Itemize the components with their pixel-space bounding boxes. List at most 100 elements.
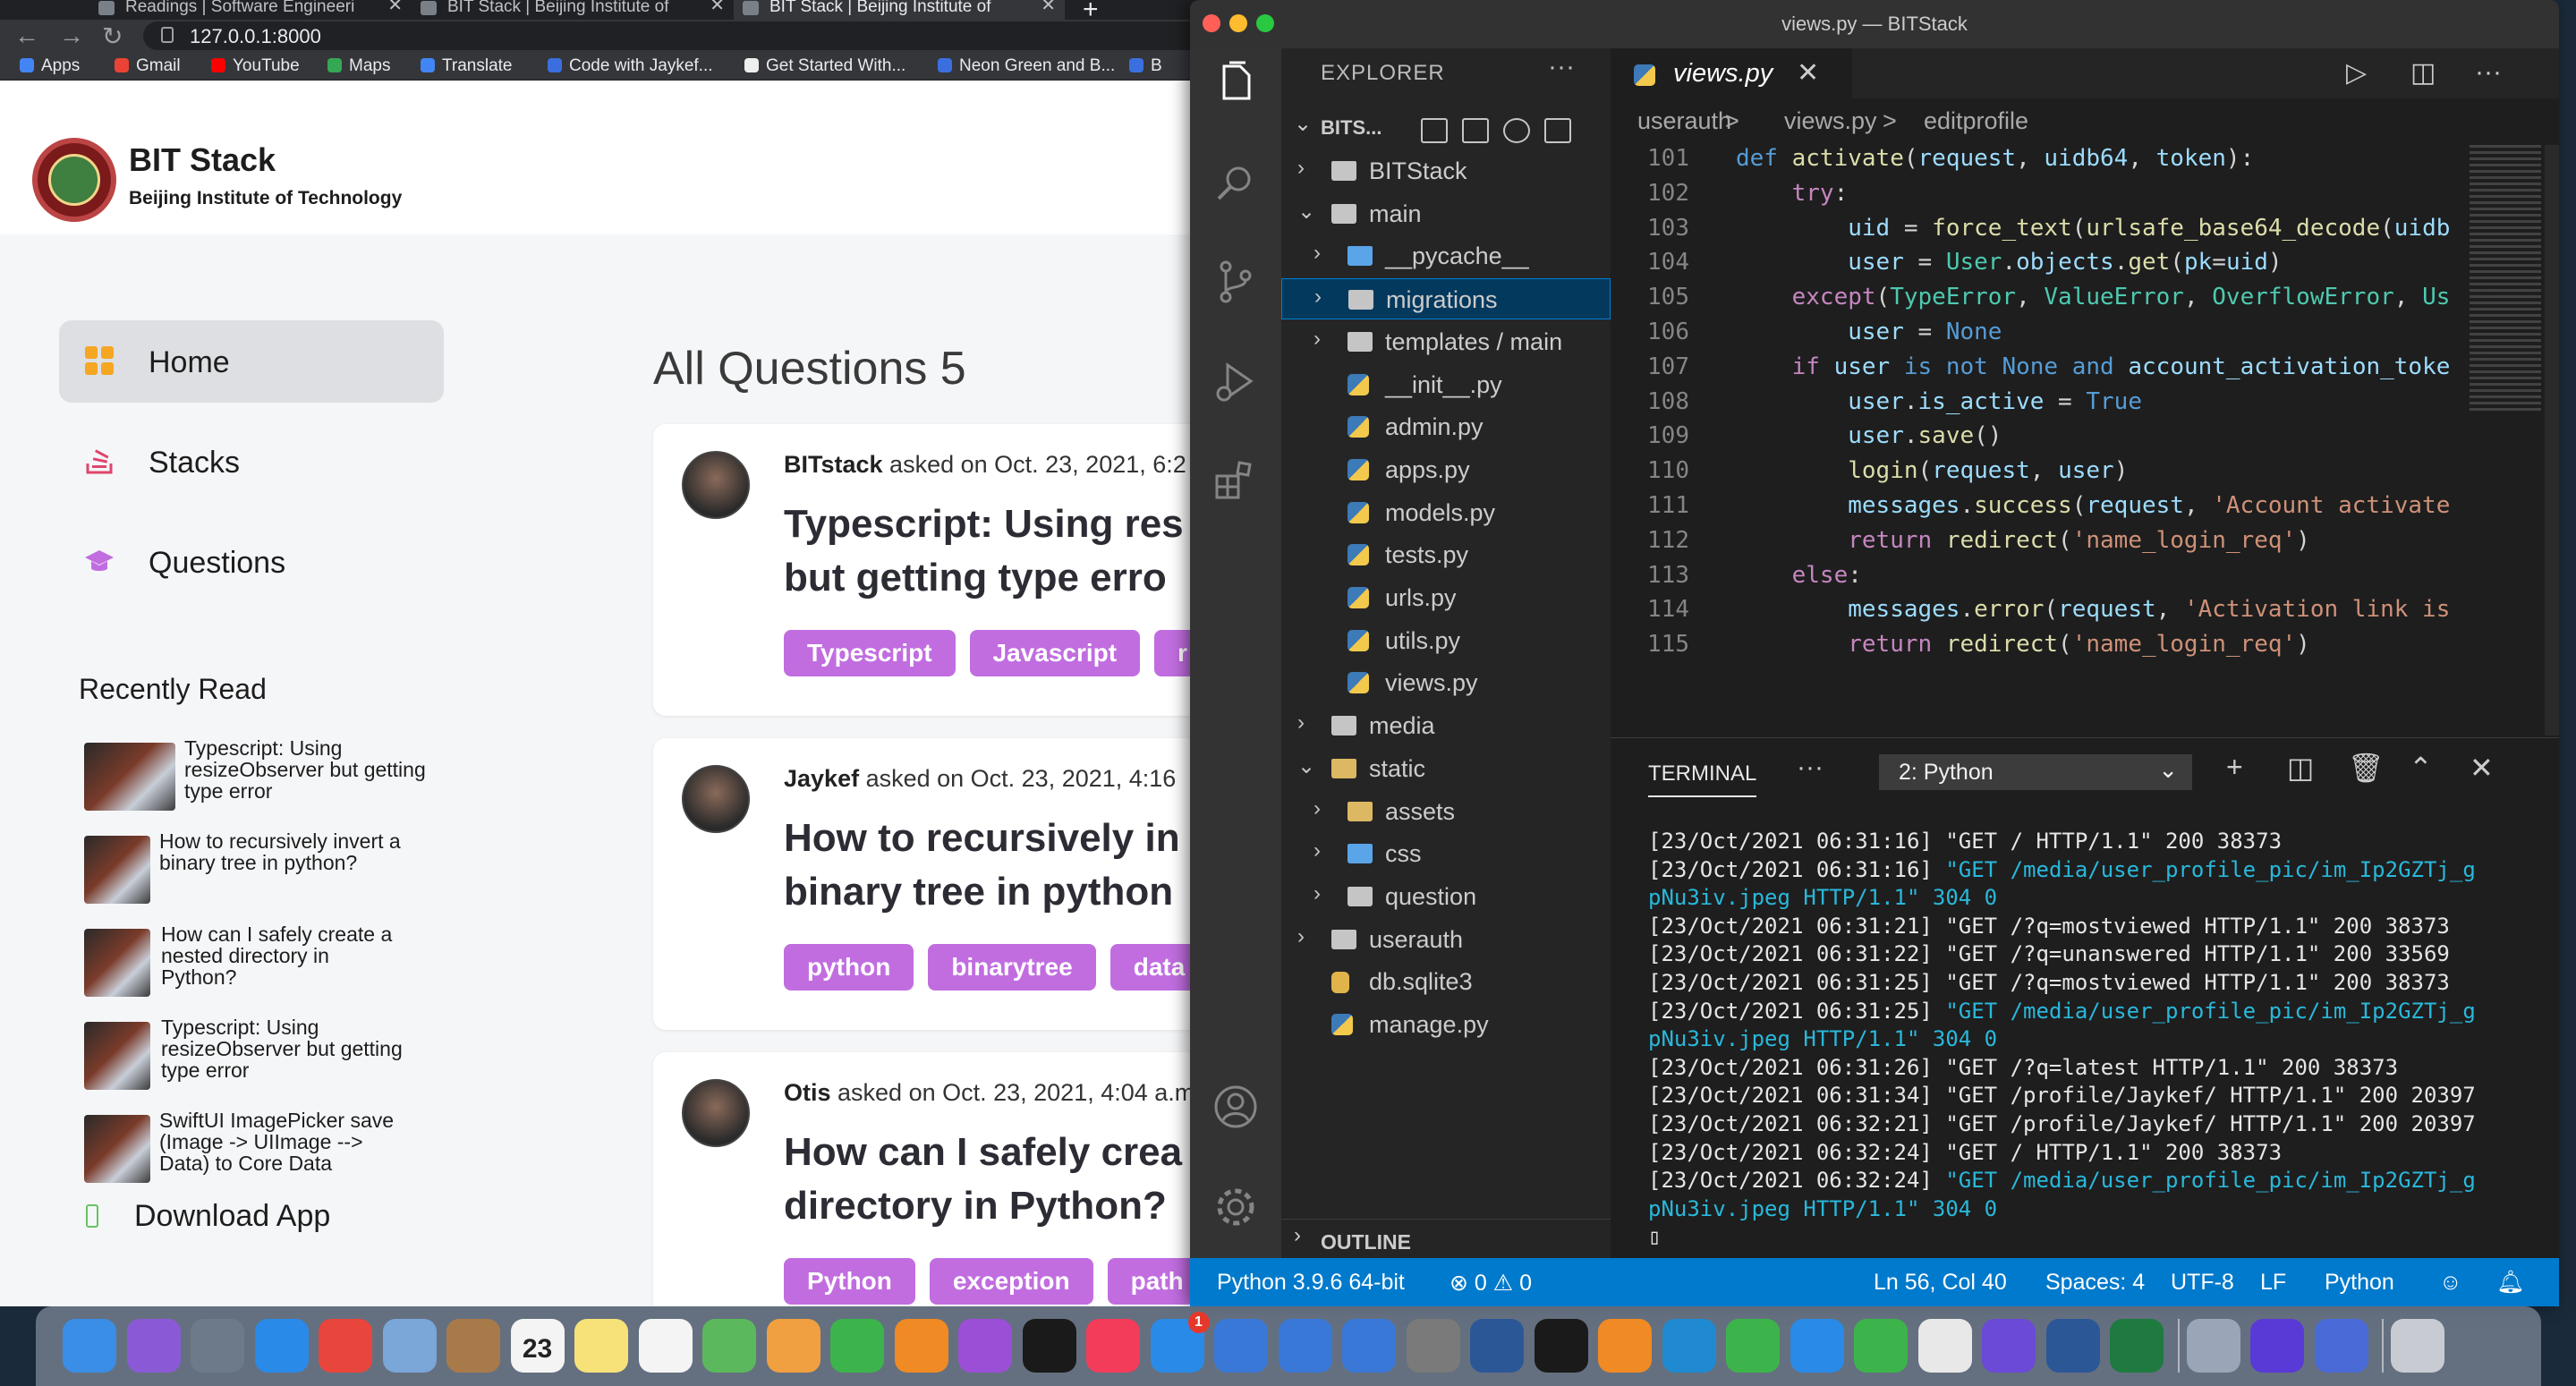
problems-count[interactable]: ⊗ 0 ⚠ 0 (1450, 1270, 1532, 1297)
language-mode[interactable]: Python (2325, 1270, 2394, 1296)
vscode-icon[interactable] (1662, 1319, 1716, 1373)
explorer-root[interactable]: ⌄ BITS... (1281, 109, 1611, 145)
bookmark-item[interactable]: B (1129, 56, 1162, 76)
site-logo[interactable] (32, 138, 116, 222)
tree-item[interactable]: › __pycache__ (1281, 235, 1611, 276)
chevron-right-icon[interactable]: › (1314, 241, 1321, 266)
bookmark-item[interactable]: Gmail (115, 56, 181, 76)
reminders-icon[interactable] (638, 1319, 693, 1373)
split-editor-icon[interactable]: ◫ (2410, 57, 2436, 89)
terminal-output[interactable]: [23/Oct/2021 06:31:16] "GET / HTTP/1.1" … (1648, 828, 2543, 1248)
notebook-icon[interactable] (446, 1319, 500, 1373)
terminal-selector[interactable]: 2: Python ⌄ (1879, 754, 2192, 790)
address-bar[interactable]: 127.0.0.1:8000 (143, 21, 1199, 50)
back-button[interactable]: ← (14, 21, 39, 50)
feedback-icon[interactable]: ☺ (2439, 1270, 2462, 1296)
minimap[interactable] (2470, 145, 2541, 413)
tree-item[interactable]: admin.py (1281, 406, 1611, 447)
tab-close-icon[interactable]: ✕ (710, 0, 725, 14)
safari-icon[interactable] (254, 1319, 309, 1373)
avatar[interactable] (682, 451, 750, 519)
recent-item[interactable]: How can I safely create a nested directo… (84, 923, 442, 999)
notes-icon[interactable] (574, 1319, 628, 1373)
ms-word-icon[interactable] (2045, 1319, 2100, 1373)
breadcrumb-file[interactable]: views.py (1784, 107, 1877, 135)
tree-item[interactable]: ⌄ static (1281, 748, 1611, 789)
tag[interactable]: Python (784, 1258, 915, 1305)
split-terminal-icon[interactable]: ◫ (2287, 751, 2314, 785)
tab-close-icon[interactable]: ✕ (1041, 0, 1056, 14)
chevron-right-icon[interactable]: › (1314, 327, 1321, 352)
close-icon[interactable]: ✕ (1797, 57, 1819, 89)
app-store-icon[interactable]: 1 (1150, 1312, 1210, 1373)
tv-icon[interactable] (1022, 1319, 1076, 1373)
sync-icon[interactable] (1854, 1319, 1908, 1373)
question-author[interactable]: Jaykef (784, 765, 859, 792)
question-card[interactable]: BITstack asked on Oct. 23, 2021, 6:2 Typ… (653, 424, 1199, 716)
cursor-position[interactable]: Ln 56, Col 40 (1874, 1270, 2007, 1296)
refresh-icon[interactable] (1503, 118, 1530, 143)
bookmark-item[interactable]: Code with Jaykef... (548, 56, 713, 76)
breadcrumb-folder[interactable]: userauth (1637, 107, 1731, 135)
info-icon[interactable] (161, 27, 174, 43)
question-author[interactable]: Otis (784, 1079, 831, 1106)
reload-button[interactable]: ↻ (102, 21, 123, 51)
recent-item[interactable]: How to recursively invert a binary tree … (84, 830, 442, 906)
tree-item[interactable]: db.sqlite3 (1281, 961, 1611, 1002)
browser-tab-readings[interactable]: Readings | Software Engineeri ✕ (89, 0, 412, 20)
explorer-more-button[interactable]: ··· (1548, 52, 1575, 82)
browser-icon[interactable] (2314, 1319, 2368, 1373)
calendar-icon[interactable]: 23 (510, 1319, 565, 1373)
tree-item[interactable]: utils.py (1281, 620, 1611, 661)
word-icon[interactable] (1470, 1319, 1524, 1373)
tree-item[interactable]: tests.py (1281, 534, 1611, 575)
breadcrumb-symbol[interactable]: editprofile (1924, 107, 2028, 135)
tag[interactable]: binarytree (928, 944, 1096, 991)
question-card[interactable]: Otis asked on Oct. 23, 2021, 4:04 a.m Ho… (653, 1052, 1199, 1306)
tag[interactable]: python (784, 944, 914, 991)
bookmark-item[interactable]: Neon Green and B... (938, 56, 1115, 76)
editor-more-button[interactable]: ··· (2475, 57, 2502, 88)
source-control-icon[interactable] (1211, 258, 1260, 306)
recent-item[interactable]: SwiftUI ImagePicker save (Image -> UIIma… (84, 1110, 442, 1195)
nav-questions[interactable]: Questions (59, 521, 444, 603)
zoom-icon[interactable] (1790, 1319, 1844, 1373)
encoding[interactable]: UTF-8 (2171, 1270, 2234, 1296)
preview-icon[interactable] (382, 1319, 437, 1373)
chevron-down-icon[interactable]: ⌄ (1297, 199, 1315, 225)
new-file-icon[interactable] (1421, 118, 1448, 143)
tree-item[interactable]: ⌄ main (1281, 193, 1611, 234)
avatar[interactable] (682, 1079, 750, 1147)
bookmark-item[interactable]: Maps (327, 56, 390, 76)
chevron-right-icon[interactable]: › (1314, 881, 1321, 906)
sublime-icon[interactable] (1598, 1319, 1652, 1373)
tree-item[interactable]: models.py (1281, 492, 1611, 533)
run-debug-icon[interactable] (1211, 358, 1260, 406)
run-file-icon[interactable]: ▷ (2346, 57, 2367, 89)
tree-item[interactable]: manage.py (1281, 1004, 1611, 1045)
books-icon[interactable] (894, 1319, 948, 1373)
download-app-link[interactable]: Download App (86, 1199, 330, 1234)
indentation[interactable]: Spaces: 4 (2045, 1270, 2145, 1296)
bookmark-item[interactable]: Get Started With... (744, 56, 905, 76)
bookmark-item[interactable]: Translate (421, 56, 513, 76)
question-title[interactable]: How can I safely crea directory in Pytho… (784, 1126, 1199, 1233)
maximize-panel-icon[interactable]: ⌃ (2409, 751, 2433, 785)
tree-item[interactable]: urls.py (1281, 577, 1611, 618)
tag[interactable]: Javascript (969, 630, 1141, 676)
maps-icon[interactable] (702, 1319, 756, 1373)
new-folder-icon[interactable] (1462, 118, 1489, 143)
avatar[interactable] (682, 765, 750, 833)
tree-item[interactable]: › css (1281, 833, 1611, 874)
tree-item[interactable]: apps.py (1281, 449, 1611, 490)
close-panel-icon[interactable]: ✕ (2470, 751, 2494, 785)
tag[interactable]: data (1109, 944, 1199, 991)
wechat-icon[interactable] (1726, 1319, 1780, 1373)
app-icon[interactable] (2250, 1319, 2304, 1373)
question-card[interactable]: Jaykef asked on Oct. 23, 2021, 4:16 How … (653, 738, 1199, 1030)
chevron-right-icon[interactable]: › (1297, 156, 1305, 181)
finder-icon[interactable] (63, 1319, 116, 1373)
explorer-icon[interactable] (1211, 59, 1260, 107)
terminal-icon[interactable] (1534, 1319, 1588, 1373)
music-icon[interactable] (1086, 1319, 1140, 1373)
